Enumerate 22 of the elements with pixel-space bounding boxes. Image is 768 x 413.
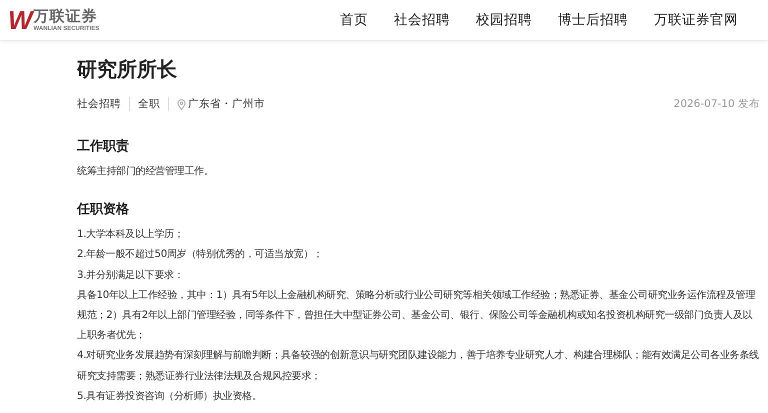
nav-link[interactable]: 社会招聘: [394, 11, 450, 29]
logo-name: 万联证券: [34, 8, 99, 24]
nav-link[interactable]: 万联证券官网: [654, 11, 738, 29]
paragraph: 3.并分别满足以下要求：: [77, 268, 185, 283]
job-title: 研究所所长: [77, 56, 178, 83]
paragraph: 4.对研究业务发展趋势有深刻理解与前瞻判断；具备较强的创新意识与研究团队建设能力，善于培养专业研究人才、构建合理梯队；能有效满足公司各业务条线研究支持需要；熟悉证券行业法律法规及合规风控要求；: [77, 348, 760, 384]
paragraph: 5.具有证券投资咨询（分析师）执业资格。: [77, 390, 263, 404]
logo-mark: W: [8, 7, 31, 33]
section-heading: 任职资格: [77, 201, 130, 218]
paragraph: 具备10年以上工作经验，其中：1）具有5年以上金融机构研究、策略分析或行业公司研究等相关领域工作经验；熟悉证券、基金公司研究业务运作流程及管理规范；2）具有2年以上部门管理经验，同等条件下，曾担任大中型证券公司、基金公司、银行、保险公司等金融机构或知名投资机构研究一级部门负责人及以上职务者优先；: [77, 288, 756, 344]
publish-date: 2026-07-10 发布: [674, 97, 760, 111]
location-pin-icon: [177, 98, 186, 110]
nav-link[interactable]: 首页: [340, 11, 368, 29]
paragraph: 2.年龄一般不超过50周岁（特别优秀的，可适当放宽）；: [77, 248, 324, 262]
nav-link[interactable]: 校园招聘: [476, 11, 532, 29]
nav-link[interactable]: 博士后招聘: [558, 11, 628, 29]
job-location: 广东省・广州市: [188, 97, 265, 111]
paragraph: 1.大学本科及以上学历；: [77, 228, 185, 242]
section-heading: 工作职责: [77, 138, 130, 155]
paragraph: 统筹主持部门的经营管理工作。: [77, 164, 214, 179]
job-tag: 全职: [129, 97, 168, 111]
job-tag: 社会招聘: [77, 97, 129, 111]
